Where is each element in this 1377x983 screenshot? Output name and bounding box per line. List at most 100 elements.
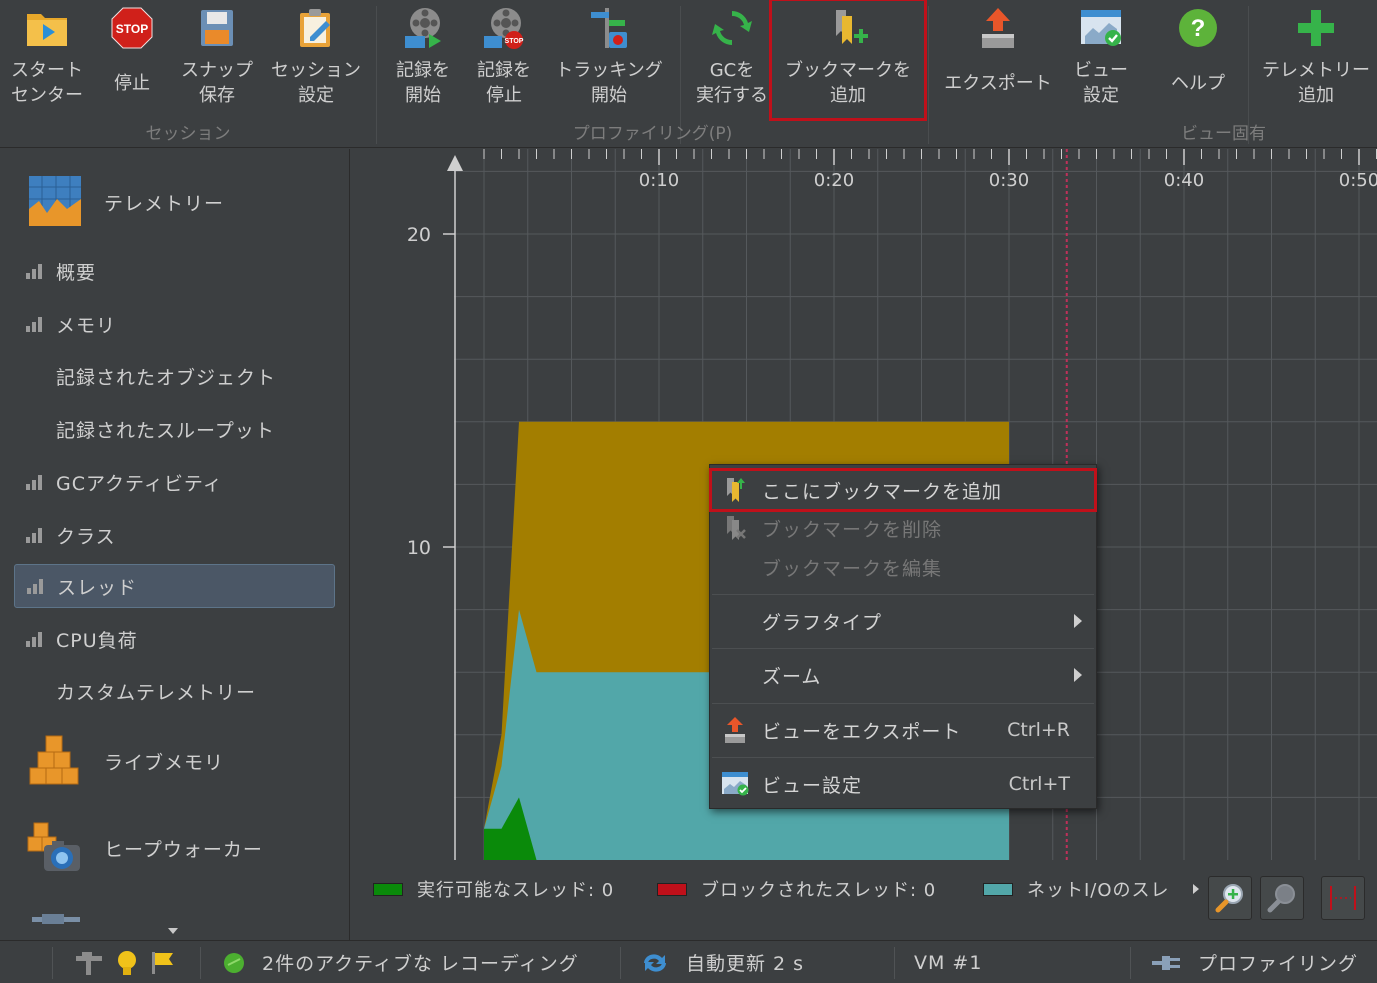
export-icon (720, 715, 750, 745)
start-recording-icon (401, 6, 445, 50)
legend-scroll-right-icon[interactable] (1193, 884, 1199, 894)
menu-icon-placeholder (720, 552, 750, 582)
help-button[interactable]: ? ヘルプ (1162, 6, 1234, 114)
menu-add-bookmark-here[interactable]: ここにブックマークを追加 (709, 468, 1097, 512)
menu-remove-bookmark[interactable]: ブックマークを削除 (712, 509, 1094, 547)
menu-item-label: ブックマークを削除 (762, 518, 943, 541)
view-settings-icon (720, 769, 750, 799)
add-telemetry-icon (1294, 6, 1338, 50)
menu-icon-placeholder (720, 606, 750, 636)
profiling-plug-icon (1152, 955, 1180, 970)
status-auto-refresh[interactable]: 自動更新 2 s (640, 941, 804, 983)
legend-label: 実行可能なスレッド: 0 (417, 880, 615, 901)
add-telemetry-button[interactable]: テレメトリー 追加 (1258, 6, 1374, 114)
status-mode: プロファイリング (1150, 941, 1358, 983)
sidebar-telemetry-label: テレメトリー (104, 192, 225, 215)
export-button[interactable]: エクスポート (940, 6, 1056, 114)
svg-text:?: ? (1191, 15, 1206, 42)
stop-button[interactable]: STOP 停止 (98, 6, 166, 114)
lightbulb-icon[interactable] (114, 949, 140, 977)
sidebar-item-label: メモリ (56, 314, 117, 337)
stop-recording-button[interactable]: STOP 記録を 停止 (470, 6, 538, 114)
menu-export-view[interactable]: ビューをエクスポート Ctrl+R (712, 711, 1094, 749)
sidebar-item-8[interactable]: カスタムテレメトリー (14, 669, 335, 713)
bar-chart-icon (26, 264, 42, 279)
sidebar-item-label: CPU負荷 (56, 629, 138, 652)
export-icon (976, 6, 1020, 50)
group-label-profiling: プロファイリング(P) (572, 124, 733, 144)
bar-chart-icon (27, 579, 43, 594)
run-gc-button[interactable]: GCを 実行する (692, 6, 772, 114)
status-separator (620, 947, 621, 979)
sidebar-item-5[interactable]: クラス (14, 513, 335, 557)
fit-to-window-button[interactable] (1321, 876, 1365, 920)
status-separator (894, 947, 895, 979)
save-snapshot-icon (195, 6, 239, 50)
menu-separator (712, 594, 1094, 595)
legend-swatch (983, 882, 1013, 896)
status-vm: VM #1 (914, 941, 982, 983)
sidebar-heap-walker[interactable]: ヒープウォーカー (26, 819, 263, 877)
stop-badge-text: STOP (116, 22, 148, 36)
start-center-icon (25, 6, 69, 50)
bar-chart-icon (26, 475, 42, 490)
sidebar-item-4[interactable]: GCアクティビティ (14, 460, 335, 504)
sidebar-live-memory-label: ライブメモリ (104, 751, 225, 774)
legend-label: ブロックされたスレッド: 0 (701, 880, 937, 901)
status-bar: 2件のアクティブな レコーディング 自動更新 2 s VM #1 プロファイリン… (0, 940, 1377, 983)
sidebar-item-label: クラス (56, 525, 116, 548)
bar-chart-icon (26, 528, 42, 543)
status-tools (74, 941, 176, 983)
chart-x-axis: 0:10 0:20 0:30 0:40 0:50 (483, 149, 1377, 191)
sidebar-item-0[interactable]: 概要 (14, 249, 335, 293)
zoom-in-button[interactable] (1208, 876, 1252, 920)
menu-graph-type[interactable]: グラフタイプ (712, 602, 1094, 640)
menu-item-label: グラフタイプ (762, 611, 883, 634)
menu-edit-bookmark[interactable]: ブックマークを編集 (712, 548, 1094, 586)
menu-separator (712, 757, 1094, 758)
status-separator (1130, 947, 1131, 979)
menu-separator (712, 703, 1094, 704)
save-snapshot-button[interactable]: スナップ 保存 (176, 6, 258, 114)
sidebar: テレメトリー 概要メモリ記録されたオブジェクト 記録されたスループット GCアクティ… (0, 149, 350, 940)
start-recording-button[interactable]: 記録を 開始 (390, 6, 456, 114)
sidebar-item-6[interactable]: スレッド (14, 564, 335, 608)
add-bookmark-button[interactable]: ブックマークを 追加 (769, 0, 927, 121)
submenu-arrow-icon (1074, 614, 1082, 628)
sidebar-item-1[interactable]: メモリ (14, 302, 335, 346)
chart-y-axis: 2010 (407, 155, 463, 860)
stop-recording-icon: STOP (482, 6, 526, 50)
flag-icon[interactable] (150, 950, 176, 976)
x-tick-label: 0:40 (1164, 170, 1204, 191)
sidebar-item-7[interactable]: CPU負荷 (14, 617, 335, 661)
menu-icon-placeholder (720, 660, 750, 690)
session-settings-icon (294, 6, 338, 50)
legend-runnable: 実行可能なスレッド: 0 (373, 876, 614, 902)
session-settings-button[interactable]: セッション 設定 (268, 6, 364, 114)
status-recordings[interactable]: 2件のアクティブな レコーディング (222, 941, 579, 983)
sidebar-item-3[interactable]: 記録されたスループット (14, 407, 335, 451)
menu-view-settings[interactable]: ビュー設定 Ctrl+T (712, 765, 1094, 803)
start-tracking-icon (587, 6, 631, 50)
pin-icon[interactable] (74, 950, 104, 976)
add-bookmark-icon (826, 6, 870, 50)
remove-bookmark-icon (720, 513, 750, 543)
sidebar-scroll-down-icon[interactable] (168, 928, 178, 934)
menu-zoom[interactable]: ズーム (712, 656, 1094, 694)
menu-separator (712, 648, 1094, 649)
menu-accelerator: Ctrl+T (1008, 773, 1070, 795)
status-separator (52, 947, 53, 979)
add-bookmark-icon (720, 475, 750, 505)
y-axis-arrow (447, 155, 463, 171)
sidebar-telemetry[interactable]: テレメトリー (26, 173, 224, 231)
sidebar-live-memory[interactable]: ライブメモリ (26, 732, 224, 790)
telemetry-icon (29, 176, 81, 226)
start-tracking-button[interactable]: トラッキング 開始 (550, 6, 668, 114)
menu-item-label: ブックマークを編集 (762, 557, 943, 580)
start-center-button[interactable]: スタート センター (6, 6, 88, 114)
zoom-out-button[interactable] (1260, 876, 1304, 920)
live-memory-icon (29, 735, 79, 785)
view-settings-button[interactable]: ビュー 設定 (1066, 6, 1136, 114)
sidebar-item-2[interactable]: 記録されたオブジェクト (14, 354, 335, 398)
legend-net-io: ネットI/Oのスレ (983, 876, 1170, 902)
